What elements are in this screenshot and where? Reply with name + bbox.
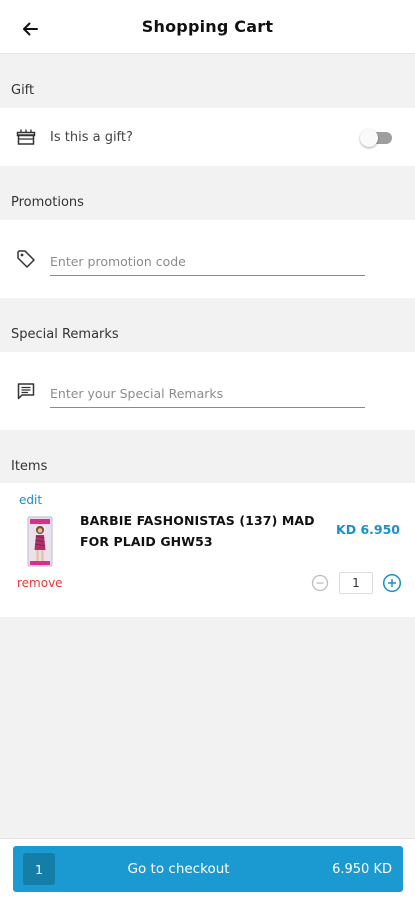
quantity-value[interactable]: 1 bbox=[339, 572, 373, 594]
quantity-stepper: 1 bbox=[310, 572, 402, 594]
comment-icon bbox=[14, 379, 38, 403]
promotion-code-field bbox=[50, 247, 365, 276]
toggle-knob bbox=[360, 129, 378, 147]
checkout-footer: 1 Go to checkout 6.950 KD bbox=[0, 838, 415, 900]
special-remarks-input[interactable] bbox=[50, 385, 365, 401]
remarks-row bbox=[0, 352, 415, 430]
tag-icon bbox=[14, 247, 38, 271]
cart-count-badge: 1 bbox=[23, 853, 55, 885]
plus-circle-icon bbox=[382, 573, 402, 593]
arrow-left-icon bbox=[23, 22, 38, 36]
decrease-quantity-button[interactable] bbox=[310, 573, 330, 593]
checkout-label: Go to checkout bbox=[127, 861, 230, 877]
cart-item: edit remove BARBIE FASHONISTAS (137) MAD… bbox=[0, 483, 415, 617]
product-image[interactable] bbox=[25, 516, 55, 568]
gift-section-label: Gift bbox=[11, 83, 35, 98]
special-remarks-field bbox=[50, 379, 365, 408]
promotion-row bbox=[0, 220, 415, 298]
checkout-total: 6.950 KD bbox=[332, 861, 392, 877]
gift-toggle[interactable] bbox=[360, 129, 396, 147]
gift-box-icon bbox=[14, 125, 38, 149]
app-header: Shopping Cart bbox=[0, 0, 415, 54]
gift-row: Is this a gift? bbox=[0, 108, 415, 166]
page-title: Shopping Cart bbox=[141, 17, 274, 36]
back-button[interactable] bbox=[18, 17, 42, 41]
promotions-section-label: Promotions bbox=[11, 195, 84, 210]
product-name: BARBIE FASHONISTAS (137) MAD FOR PLAID G… bbox=[80, 513, 315, 549]
remarks-section-label: Special Remarks bbox=[11, 327, 119, 342]
items-section-label: Items bbox=[11, 459, 48, 474]
edit-item-link[interactable]: edit bbox=[19, 493, 42, 507]
item-price: KD 6.950 bbox=[336, 522, 400, 537]
minus-circle-icon bbox=[311, 574, 329, 592]
promotion-code-input[interactable] bbox=[50, 253, 365, 269]
increase-quantity-button[interactable] bbox=[382, 573, 402, 593]
checkout-button[interactable]: 1 Go to checkout 6.950 KD bbox=[13, 846, 403, 892]
remove-item-link[interactable]: remove bbox=[17, 576, 63, 590]
gift-question-label: Is this a gift? bbox=[50, 129, 133, 145]
